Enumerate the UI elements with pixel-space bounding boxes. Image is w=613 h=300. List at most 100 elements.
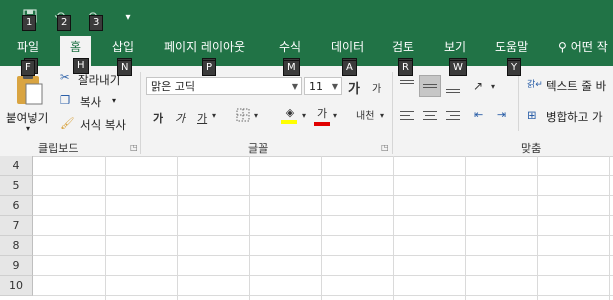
wrap-text-icon: 갉↵ <box>527 80 543 90</box>
font-color-glyph: 가 <box>316 107 328 120</box>
grid-line <box>33 215 613 216</box>
grid-line <box>105 156 106 300</box>
shrink-font-button[interactable]: 가 <box>372 80 381 95</box>
font-color-chevron-down-icon[interactable]: ▾ <box>333 111 337 120</box>
italic-button[interactable]: 가 <box>175 110 185 126</box>
group-divider <box>518 76 519 131</box>
grid-line <box>609 156 610 300</box>
grid-line <box>33 195 613 196</box>
orientation-chevron-down-icon[interactable]: ▾ <box>491 82 495 91</box>
font-launcher-icon[interactable]: ◳ <box>381 143 389 152</box>
orientation-icon[interactable]: ↗ <box>473 79 483 93</box>
wrap-keytip: Y <box>507 60 522 76</box>
grow-font-keytip: A <box>342 60 357 76</box>
grid-line <box>33 255 613 256</box>
format-painter-label: 서식 복사 <box>80 118 126 132</box>
font-size-combo[interactable]: 11 ▼ <box>304 77 342 95</box>
align-left-button[interactable] <box>400 110 416 124</box>
customize-qat-chevron-down-icon[interactable]: ▾ <box>120 9 136 27</box>
grid-line <box>33 295 613 296</box>
clipboard-launcher-icon[interactable]: ◳ <box>130 143 138 152</box>
paint-bucket-icon: ◈ <box>285 106 295 119</box>
wrap-text-label: 텍스트 줄 바 <box>546 79 607 93</box>
chevron-down-icon: ▼ <box>331 82 338 91</box>
font-size-value: 11 <box>309 80 323 93</box>
undo-keytip: 2 <box>57 15 72 31</box>
row-header[interactable]: 8 <box>0 236 33 256</box>
fill-chevron-down-icon[interactable]: ▾ <box>302 111 306 120</box>
row-header[interactable]: 10 <box>0 276 33 296</box>
ribbon-home: 붙여넣기 ▾ ✂ 잘라내기 ❐ 복사 ▾ 🖌 서식 복사 F N 클립보드 ◳ … <box>0 60 613 157</box>
grid-line <box>177 156 178 300</box>
merge-label: 병합하고 가 <box>546 110 603 124</box>
row-header[interactable]: 9 <box>0 256 33 276</box>
phonetic-guide-button[interactable]: 내천 <box>356 107 374 122</box>
row-header[interactable]: 4 <box>0 156 33 176</box>
scissors-icon: ✂ <box>60 70 70 84</box>
grid-line <box>33 275 613 276</box>
row-header[interactable]: 7 <box>0 216 33 236</box>
grid-line <box>33 235 613 236</box>
redo-keytip: 3 <box>89 15 104 31</box>
copy-icon: ❐ <box>60 93 71 107</box>
grid-line <box>537 156 538 300</box>
worksheet-grid[interactable]: 4 5 6 7 8 9 10 <box>0 156 613 300</box>
font-group-label: 글꼴 <box>248 142 269 155</box>
group-divider <box>140 72 141 154</box>
align-right-button[interactable] <box>446 110 462 124</box>
font-name-combo[interactable]: 맑은 고딕 ▼ <box>146 77 302 95</box>
underline-button[interactable]: 가 <box>197 110 207 126</box>
align-keytip-2: W <box>449 60 467 76</box>
wrap-text-button[interactable]: 갉↵ 텍스트 줄 바 <box>527 77 613 95</box>
tell-me-search[interactable]: ⚲ 어떤 작 <box>558 36 608 66</box>
cut-keytip: N <box>117 60 133 76</box>
tab-home-keytip: H <box>73 58 89 74</box>
grid-line <box>393 156 394 300</box>
underline-chevron-down-icon[interactable]: ▾ <box>212 111 216 120</box>
copy-button[interactable]: ❐ 복사 ▾ <box>60 93 130 111</box>
merge-cells-icon: ⊞ <box>527 108 537 122</box>
font-color-swatch <box>314 122 330 126</box>
save-keytip: 1 <box>22 15 37 31</box>
grid-line <box>321 156 322 300</box>
paste-button[interactable]: 붙여넣기 ▾ <box>6 72 52 134</box>
search-icon: ⚲ <box>558 40 567 54</box>
group-divider <box>392 72 393 154</box>
increase-indent-icon[interactable]: ⇥ <box>497 108 506 121</box>
font-size-keytip: M <box>283 60 300 76</box>
grid-line <box>465 156 466 300</box>
fill-color-swatch <box>281 120 297 124</box>
paste-chevron-down-icon: ▾ <box>26 124 31 133</box>
phonetic-chevron-down-icon[interactable]: ▾ <box>380 111 384 120</box>
font-color-button[interactable]: 가 <box>314 105 330 126</box>
tell-me-label: 어떤 작 <box>570 40 608 54</box>
decrease-indent-icon[interactable]: ⇤ <box>474 108 483 121</box>
borders-chevron-down-icon[interactable]: ▾ <box>254 111 258 120</box>
font-name-keytip: P <box>202 60 217 76</box>
bold-button[interactable]: 가 <box>153 110 163 126</box>
alignment-group-label: 맞춤 <box>521 142 542 155</box>
paste-icon <box>17 73 43 105</box>
cut-label: 잘라내기 <box>78 73 121 87</box>
align-bottom-button[interactable] <box>444 76 462 96</box>
borders-icon[interactable] <box>236 108 250 125</box>
font-name-value: 맑은 고딕 <box>151 80 195 93</box>
align-center-button[interactable] <box>423 110 439 124</box>
paintbrush-icon: 🖌 <box>60 116 75 130</box>
paste-keytip: F <box>21 60 35 76</box>
chevron-down-icon: ▼ <box>291 82 298 91</box>
copy-chevron-down-icon: ▾ <box>112 96 117 105</box>
grid-line <box>33 175 613 176</box>
align-keytip: R <box>398 60 413 76</box>
title-bar: 1 ↶ 2 ↷ 3 ▾ <box>0 0 613 36</box>
grow-font-button[interactable]: 가 <box>348 78 360 97</box>
grid-line <box>249 156 250 300</box>
row-header[interactable]: 5 <box>0 176 33 196</box>
row-header[interactable]: 6 <box>0 196 33 216</box>
merge-center-button[interactable]: ⊞ 병합하고 가 <box>527 108 613 126</box>
fill-color-button[interactable]: ◈ <box>281 106 299 124</box>
format-painter-button[interactable]: 🖌 서식 복사 <box>60 116 140 134</box>
align-top-button[interactable] <box>398 76 416 96</box>
align-middle-button[interactable] <box>419 75 441 97</box>
copy-label: 복사 <box>80 95 102 109</box>
